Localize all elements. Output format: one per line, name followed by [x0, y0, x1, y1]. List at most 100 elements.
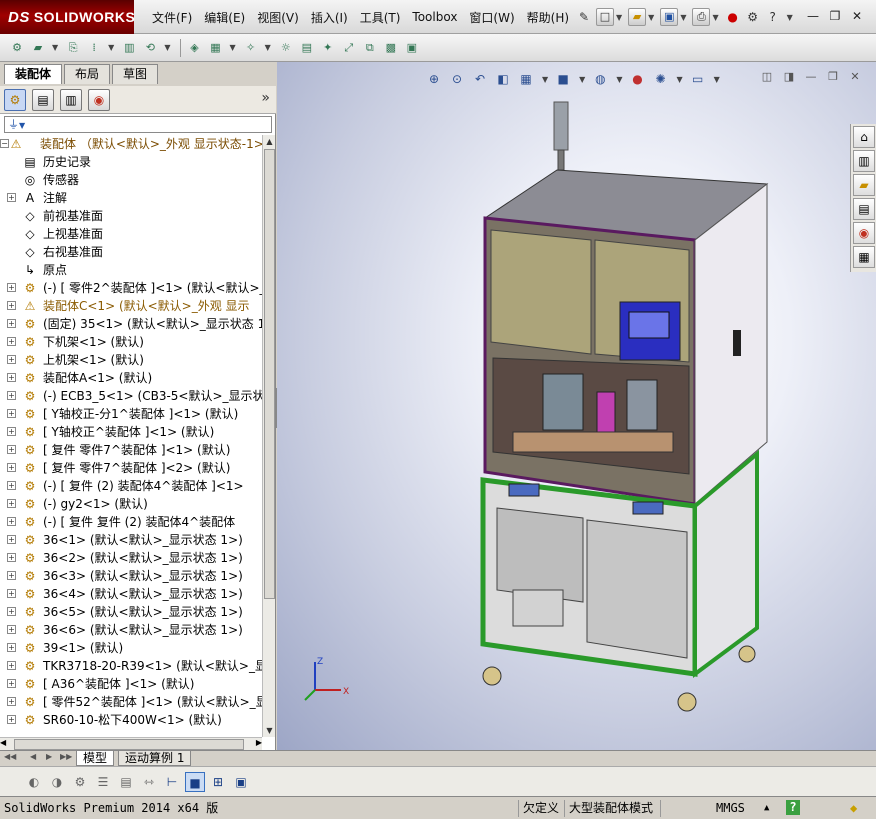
minimize-icon[interactable]: —	[802, 9, 824, 25]
menu-item-7[interactable]: 帮助(H)	[521, 9, 575, 26]
print-icon[interactable]: ⎙	[692, 8, 711, 26]
status-tag-icon[interactable]: ◆	[850, 800, 857, 817]
tree-row[interactable]: + ⚙ 36<4> (默认<默认>_显示状态 1>)	[0, 585, 262, 603]
custom-properties-icon[interactable]: ▦	[853, 246, 875, 268]
tab-assembly[interactable]: 装配体	[4, 64, 63, 84]
expand-toggle[interactable]: +	[7, 481, 16, 490]
explode-line-sketch-icon[interactable]: ⤢	[340, 39, 358, 57]
configuration-manager-icon[interactable]: ▥	[60, 88, 82, 111]
bottom-tool-10-icon[interactable]: ▣	[231, 772, 251, 792]
bottom-tool-1-icon[interactable]: ◐	[24, 772, 44, 792]
smart-fasteners-icon[interactable]: ▥	[120, 39, 138, 57]
help-dropdown-icon[interactable]: ▼	[787, 13, 793, 22]
menu-item-6[interactable]: 窗口(W)	[463, 9, 520, 26]
features-dropdown-icon[interactable]: ▼	[229, 43, 235, 52]
tree-row[interactable]: ◇ 右视基准面	[0, 243, 262, 261]
open-folder-icon[interactable]: ▰	[628, 8, 647, 26]
new-motion-study-icon[interactable]: ☼	[277, 39, 295, 57]
scroll-left-icon[interactable]: ◀	[0, 738, 6, 747]
status-units[interactable]: MMGS	[716, 800, 745, 817]
tree-row[interactable]: + ⚙ [ 复件 零件7^装配体 ]<1> (默认)	[0, 441, 262, 459]
expand-toggle[interactable]: +	[7, 499, 16, 508]
tree-vertical-scrollbar[interactable]: ▲ ▼	[262, 135, 275, 737]
reference-dropdown-icon[interactable]: ▼	[265, 43, 271, 52]
tree-row[interactable]: ▤ 历史记录	[0, 153, 262, 171]
bottom-tool-2-icon[interactable]: ◑	[47, 772, 67, 792]
pattern-dropdown-icon[interactable]: ▼	[108, 43, 114, 52]
display-manager-icon[interactable]: ◉	[88, 88, 110, 111]
scrollbar-thumb[interactable]	[264, 149, 275, 599]
expand-toggle[interactable]: +	[7, 373, 16, 382]
mate-icon[interactable]: ⎘	[64, 39, 82, 57]
design-library-icon[interactable]: ▥	[853, 150, 875, 172]
feature-tree-icon[interactable]: ⚙	[4, 88, 26, 111]
tab-sketch[interactable]: 草图	[112, 64, 159, 84]
scroll-down-icon[interactable]: ▼	[263, 724, 276, 737]
file-explorer-icon[interactable]: ▰	[853, 174, 875, 196]
expand-toggle[interactable]: +	[7, 607, 16, 616]
new-part-icon[interactable]: ▰	[29, 39, 47, 57]
tree-row[interactable]: + ⚙ 下机架<1> (默认)	[0, 333, 262, 351]
tree-row[interactable]: + ⚙ (-) ECB3_5<1> (CB3-5<默认>_显示状态	[0, 387, 262, 405]
tree-root-assembly[interactable]: − ⚠ 装配体 （默认<默认>_外观 显示状态-1>)	[0, 135, 262, 153]
menu-item-2[interactable]: 视图(V)	[251, 9, 305, 26]
bottom-tool-3-icon[interactable]: ⚙	[70, 772, 90, 792]
tab-layout[interactable]: 布局	[64, 64, 111, 84]
insert-components-icon[interactable]: ⚙	[8, 39, 26, 57]
move-dropdown-icon[interactable]: ▼	[164, 43, 170, 52]
expand-toggle[interactable]: +	[7, 625, 16, 634]
tree-row[interactable]: ↳ 原点	[0, 261, 262, 279]
expand-toggle[interactable]: +	[7, 445, 16, 454]
graphics-area[interactable]: ⊕ ⊙ ↶ ◧ ▦▼ ■▼ ◍▼ ● ✺▼ ▭▼ ◫ ◨ — ❐ ✕	[277, 62, 876, 750]
tree-row[interactable]: + ⚙ 装配体A<1> (默认)	[0, 369, 262, 387]
tree-row[interactable]: + ⚙ 36<3> (默认<默认>_显示状态 1>)	[0, 567, 262, 585]
tree-row[interactable]: + ⚙ TKR3718-20-R39<1> (默认<默认>_显示状	[0, 657, 262, 675]
bottom-tool-8-icon[interactable]: ■	[185, 771, 205, 792]
tab-prev-icon[interactable]: ◀	[30, 752, 36, 761]
bottom-tool-5-icon[interactable]: ▤	[116, 772, 136, 792]
appearances-icon[interactable]: ◉	[853, 222, 875, 244]
restore-icon[interactable]: ❐	[824, 9, 846, 25]
tree-row[interactable]: + ⚙ (-) [ 复件 复件 (2) 装配体4^装配体	[0, 513, 262, 531]
solidworks-logo[interactable]: DS SOLIDWORKS	[0, 0, 135, 34]
expand-toggle[interactable]: +	[7, 355, 16, 364]
menu-item-0[interactable]: 文件(F)	[146, 9, 198, 26]
expand-toggle[interactable]: +	[7, 391, 16, 400]
expand-toggle[interactable]: +	[7, 553, 16, 562]
expand-toggle[interactable]: +	[7, 283, 16, 292]
filter-dropdown-icon[interactable]: ▼	[19, 121, 25, 130]
expand-toggle[interactable]: +	[7, 535, 16, 544]
tree-row[interactable]: + ⚙ (-) [ 复件 (2) 装配体4^装配体 ]<1>	[0, 477, 262, 495]
rebuild-icon[interactable]: ●	[725, 9, 741, 25]
tree-row[interactable]: + ⚙ 上机架<1> (默认)	[0, 351, 262, 369]
new-document-icon[interactable]: □	[596, 8, 614, 26]
help-icon[interactable]: ?	[765, 9, 781, 25]
expand-toggle[interactable]: +	[7, 571, 16, 580]
tree-row[interactable]: + A 注解	[0, 189, 262, 207]
tree-row[interactable]: + ⚙ 36<6> (默认<默认>_显示状态 1>)	[0, 621, 262, 639]
reference-geometry-icon[interactable]: ✧	[242, 39, 260, 57]
bottom-tool-4-icon[interactable]: ☰	[93, 772, 113, 792]
open-dropdown-icon[interactable]: ▼	[648, 13, 654, 22]
new-dropdown-icon[interactable]: ▼	[616, 13, 622, 22]
expand-toggle[interactable]: +	[7, 427, 16, 436]
machine-model[interactable]	[277, 62, 876, 750]
tree-row[interactable]: + ⚙ (-) gy2<1> (默认)	[0, 495, 262, 513]
expand-panel-icon[interactable]: »	[261, 90, 270, 106]
bottom-tool-7-icon[interactable]: ⊢	[162, 772, 182, 792]
expand-toggle[interactable]: +	[7, 589, 16, 598]
save-dropdown-icon[interactable]: ▼	[680, 13, 686, 22]
tree-row[interactable]: + ⚙ [ Y轴校正^装配体 ]<1> (默认)	[0, 423, 262, 441]
tab-motion-study[interactable]: 运动算例 1	[118, 751, 192, 766]
tree-row[interactable]: + ⚙ SR60-10-松下400W<1> (默认)	[0, 711, 262, 729]
menu-item-4[interactable]: 工具(T)	[354, 9, 407, 26]
expand-toggle[interactable]: +	[7, 715, 16, 724]
tree-row[interactable]: ◇ 前视基准面	[0, 207, 262, 225]
expand-toggle[interactable]: +	[7, 463, 16, 472]
tree-row[interactable]: + ⚙ [ 零件52^装配体 ]<1> (默认<默认>_显	[0, 693, 262, 711]
feature-filter-input[interactable]: ⏚▼	[4, 116, 272, 133]
expand-toggle[interactable]: +	[7, 661, 16, 670]
tree-row[interactable]: + ⚙ 36<1> (默认<默认>_显示状态 1>)	[0, 531, 262, 549]
expand-toggle[interactable]: +	[7, 643, 16, 652]
bottom-tool-9-icon[interactable]: ⊞	[208, 772, 228, 792]
